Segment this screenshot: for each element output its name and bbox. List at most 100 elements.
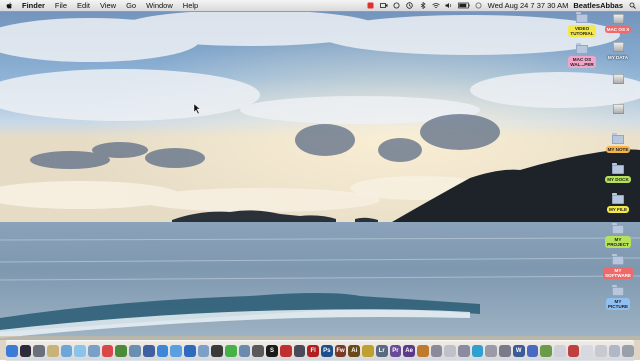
app-icon[interactable]: [74, 345, 87, 357]
volume-icon[interactable]: [445, 2, 453, 9]
app-icon[interactable]: [279, 345, 292, 357]
desktop-item-drive[interactable]: [596, 104, 640, 118]
app-icon[interactable]: [238, 345, 251, 357]
app-icon[interactable]: [252, 345, 265, 357]
app-icon[interactable]: [60, 345, 73, 357]
folder-icon: [612, 193, 624, 204]
app-icon[interactable]: [471, 345, 484, 357]
sync-icon[interactable]: [393, 2, 401, 9]
launchpad-icon[interactable]: [33, 345, 45, 357]
mail-icon[interactable]: [88, 345, 100, 357]
app-icon[interactable]: [499, 345, 511, 357]
hard-drive-icon: [612, 42, 624, 52]
desktop-item-label: MY FILE: [606, 206, 630, 214]
desktop-item-label: MAC OS X: [604, 26, 632, 34]
menu-edit[interactable]: Edit: [77, 1, 90, 10]
dashboard-icon[interactable]: [19, 345, 32, 357]
finder-icon[interactable]: [5, 345, 18, 357]
menu-view[interactable]: View: [100, 1, 116, 10]
desktop-item-label: [616, 116, 620, 118]
app-icon[interactable]: S: [266, 345, 278, 357]
app-icon[interactable]: [553, 345, 566, 357]
desktop-item-my-software[interactable]: MY SOFTWARE: [596, 254, 640, 280]
desktop-item-label: MY PROJECT: [605, 236, 631, 249]
dock: S Fl Ps Fw Ai Lr Pr Ae W: [5, 340, 635, 361]
flash-icon[interactable]: Fl: [307, 345, 319, 357]
desktop-item-label: MY SOFTWARE: [602, 267, 634, 280]
record-icon[interactable]: [367, 2, 375, 9]
menubar-user[interactable]: BeatlesAbbas: [573, 1, 623, 10]
folder-icon: [612, 285, 624, 296]
app-icon[interactable]: W: [512, 345, 525, 357]
disk-image-icon: [612, 104, 624, 114]
hard-drive-icon: [612, 14, 624, 24]
folder-icon: [576, 43, 588, 54]
app-icon[interactable]: [581, 345, 594, 357]
desktop-item-drive[interactable]: [596, 74, 640, 88]
desktop-item-label: MY DATA: [607, 55, 629, 60]
desktop-item-my-file[interactable]: MY FILE: [596, 193, 640, 214]
photoshop-icon[interactable]: Ps: [321, 345, 333, 357]
app-icon[interactable]: [129, 345, 141, 357]
app-icon[interactable]: [444, 345, 457, 357]
illustrator-icon[interactable]: Ai: [348, 345, 361, 357]
folder-icon: [612, 163, 624, 174]
desktop-item-label: MY DOCK: [605, 176, 631, 184]
app-icon[interactable]: [142, 345, 155, 357]
folder-icon: [576, 12, 588, 23]
menu-window[interactable]: Window: [146, 1, 173, 10]
apple-menu-icon[interactable]: [6, 2, 16, 10]
app-icon[interactable]: [197, 345, 210, 357]
desktop-item-label: VIDEO TUTORIAL: [568, 25, 596, 38]
desktop-item-label: [616, 86, 620, 88]
app-icon[interactable]: [101, 345, 114, 357]
battery-icon[interactable]: [457, 2, 470, 9]
premiere-icon[interactable]: Pr: [389, 345, 402, 357]
app-icon[interactable]: [211, 345, 224, 357]
desktop-item-mac-os-wallpaper[interactable]: MAC OS WAL...PER: [560, 43, 604, 69]
desktop-item-mac-os-x[interactable]: MAC OS X: [596, 14, 640, 34]
app-icon[interactable]: [595, 345, 607, 357]
folder-icon: [612, 254, 624, 265]
bluetooth-icon[interactable]: [419, 2, 427, 9]
app-icon[interactable]: [567, 345, 580, 357]
app-icon[interactable]: [430, 345, 443, 357]
menubar-clock[interactable]: Wed Aug 24 7 37 30 AM: [488, 1, 569, 10]
desktop-item-my-project[interactable]: MY PROJECT: [596, 223, 640, 249]
app-icon[interactable]: [183, 345, 196, 357]
time-machine-icon[interactable]: [406, 2, 414, 9]
power-icon[interactable]: [475, 2, 483, 9]
folder-icon: [612, 223, 624, 234]
fireworks-icon[interactable]: Fw: [334, 345, 347, 357]
menu-go[interactable]: Go: [126, 1, 136, 10]
trash-icon[interactable]: [622, 345, 635, 357]
app-icon[interactable]: [362, 345, 374, 357]
desktop-item-my-picture[interactable]: MY PICTURE: [596, 285, 640, 311]
app-icon[interactable]: [485, 345, 498, 357]
camera-icon[interactable]: [379, 2, 388, 9]
desktop-item-my-dock[interactable]: MY DOCK: [596, 163, 640, 184]
lightroom-icon[interactable]: Lr: [375, 345, 388, 357]
desktop-item-my-note[interactable]: MY NOTE: [596, 133, 640, 154]
app-icon[interactable]: [293, 345, 306, 357]
app-icon[interactable]: [170, 345, 182, 357]
menu-file[interactable]: File: [55, 1, 67, 10]
app-icon[interactable]: [458, 345, 470, 357]
app-icon[interactable]: [115, 345, 128, 357]
app-icon[interactable]: [540, 345, 552, 357]
after-effects-icon[interactable]: Ae: [403, 345, 415, 357]
status-menus: Wed Aug 24 7 37 30 AM BeatlesAbbas: [367, 0, 636, 11]
app-icon[interactable]: [225, 345, 237, 357]
wifi-icon[interactable]: [431, 2, 440, 9]
desktop-wallpaper: [0, 0, 640, 360]
menu-help[interactable]: Help: [183, 1, 198, 10]
safari-icon[interactable]: [156, 345, 169, 357]
spotlight-icon[interactable]: [628, 2, 636, 9]
preview-icon[interactable]: [46, 345, 59, 357]
app-icon[interactable]: [526, 345, 539, 357]
app-icon[interactable]: [608, 345, 621, 357]
folder-icon: [612, 133, 624, 144]
app-icon[interactable]: [416, 345, 429, 357]
menu-app-name[interactable]: Finder: [22, 1, 45, 10]
desktop-item-label: MY PICTURE: [605, 298, 631, 311]
